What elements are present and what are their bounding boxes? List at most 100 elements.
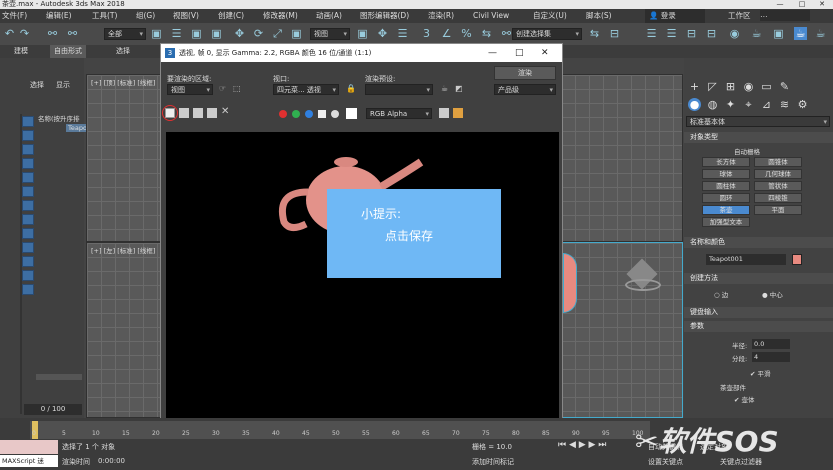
playback-controls[interactable]: ⏮ ◀ ▶ ▶ ⏭ (558, 440, 606, 450)
schematic-view-icon[interactable]: ⊟ (705, 27, 718, 40)
background-swatch[interactable] (346, 108, 357, 119)
segments-field[interactable]: 4 (752, 352, 790, 362)
ribbon-tab-modeling[interactable]: 建模 (14, 45, 28, 58)
explorer-tool-9[interactable] (22, 228, 34, 239)
object-name-field[interactable]: Teapot001 (706, 254, 786, 265)
cylinder-button[interactable]: 圆柱体 (702, 181, 750, 191)
frame-buffer-icon[interactable] (453, 108, 463, 118)
render-cloud-icon[interactable]: ☕ (814, 27, 827, 40)
explorer-tool-12[interactable] (22, 270, 34, 281)
box-button[interactable]: 长方体 (702, 157, 750, 167)
rotate-icon[interactable]: ⟳ (252, 27, 265, 40)
explorer-tool-2[interactable] (22, 130, 34, 141)
menu-customize[interactable]: 自定义(U) (533, 9, 567, 23)
explorer-tool-7[interactable] (22, 200, 34, 211)
layer-explorer-icon[interactable]: ☰ (645, 27, 658, 40)
explorer-tool-10[interactable] (22, 242, 34, 253)
keyboard-shortcut-icon[interactable]: ☰ (396, 27, 409, 40)
blue-channel-toggle[interactable] (305, 110, 313, 118)
time-slider[interactable]: 0 / 100 (24, 404, 82, 415)
lock-icon[interactable]: 🔒 (346, 84, 356, 93)
render-close-button[interactable]: ✕ (541, 44, 549, 62)
render-minimize-button[interactable]: — (488, 44, 497, 62)
menu-modifiers[interactable]: 修改器(M) (263, 9, 298, 23)
parameters-header[interactable]: 参数 (684, 321, 833, 332)
clear-icon[interactable]: ✕ (221, 106, 229, 117)
menu-scripting[interactable]: 脚本(S) (586, 9, 612, 23)
select-by-name-icon[interactable]: ☰ (170, 27, 183, 40)
snap-toggle-icon[interactable]: 3 (420, 27, 433, 40)
explorer-scrollbar[interactable] (36, 374, 82, 380)
alpha-channel-toggle[interactable] (318, 110, 326, 118)
body-checkbox[interactable]: ✔ 壶体 (734, 394, 755, 404)
explorer-tool-3[interactable] (22, 144, 34, 155)
name-color-header[interactable]: 名称和颜色 (684, 237, 833, 248)
autogrid-checkbox[interactable]: 自动栅格 (734, 146, 760, 156)
render-preset-dropdown[interactable] (365, 84, 433, 95)
reference-coord-dropdown[interactable]: 视图 (310, 28, 350, 40)
copy-image-icon[interactable] (179, 108, 189, 118)
menu-tools[interactable]: 工具(T) (92, 9, 117, 23)
explorer-tool-6[interactable] (22, 186, 34, 197)
maxscript-mini[interactable]: MAXScript 迷 (0, 455, 58, 467)
channel-dropdown[interactable]: RGB Alpha (366, 108, 432, 119)
add-time-tag[interactable]: 添加时间标记 (472, 457, 514, 467)
green-channel-toggle[interactable] (292, 110, 300, 118)
spacewarps-icon[interactable]: ≋ (778, 98, 791, 111)
geometry-icon[interactable]: ● (688, 98, 701, 111)
production-dropdown[interactable]: 产品级 (494, 84, 556, 95)
ribbon-tab-freeform[interactable]: 自由形式 (50, 45, 86, 58)
menu-view[interactable]: 视图(V) (173, 9, 199, 23)
hierarchy-tab-icon[interactable]: ⊞ (724, 80, 737, 93)
explorer-tool-4[interactable] (22, 158, 34, 169)
selection-filter-dropdown[interactable]: 全部 (104, 28, 146, 40)
systems-icon[interactable]: ⚙ (796, 98, 809, 111)
menu-rendering[interactable]: 渲染(R) (428, 9, 454, 23)
shapes-icon[interactable]: ◍ (706, 98, 719, 111)
rendered-frame-icon[interactable]: ▣ (772, 27, 785, 40)
render-button[interactable]: 渲染 (494, 66, 556, 80)
explorer-tool-13[interactable] (22, 284, 34, 295)
textplus-button[interactable]: 加强型文本 (702, 217, 750, 227)
clone-frame-icon[interactable] (193, 108, 203, 118)
viewcube-ring-icon[interactable] (625, 279, 661, 291)
viewport-left-label[interactable]: [+] [左] [标准] [线框] (91, 245, 155, 255)
sign-in[interactable]: 👤 登录 (645, 9, 705, 23)
helpers-icon[interactable]: ⊿ (760, 98, 773, 111)
pivot-icon[interactable]: ▣ (356, 27, 369, 40)
tab-display[interactable]: 显示 (56, 80, 70, 90)
select-object-icon[interactable]: ▣ (150, 27, 163, 40)
utilities-tab-icon[interactable]: ✎ (778, 80, 791, 93)
torus-button[interactable]: 圆环 (702, 193, 750, 203)
pyramid-button[interactable]: 四棱锥 (754, 193, 802, 203)
undo-icon[interactable]: ↶ (3, 27, 16, 40)
redo-icon[interactable]: ↷ (18, 27, 31, 40)
percent-snap-icon[interactable]: % (460, 27, 473, 40)
menu-graph-editors[interactable]: 图形编辑器(D) (360, 9, 409, 23)
menu-create[interactable]: 创建(C) (218, 9, 244, 23)
spinner-snap-icon[interactable]: ⇆ (480, 27, 493, 40)
close-button[interactable]: ✕ (812, 0, 832, 9)
angle-snap-icon[interactable]: ∠ (440, 27, 453, 40)
print-icon[interactable] (207, 108, 217, 118)
keyboard-entry-header[interactable]: 键盘输入 (684, 307, 833, 318)
modify-tab-icon[interactable]: ◸ (706, 80, 719, 93)
display-tab-icon[interactable]: ▭ (760, 80, 773, 93)
explorer-tool-1[interactable] (22, 116, 34, 127)
lights-icon[interactable]: ✦ (724, 98, 737, 111)
ribbon-toggle-icon[interactable]: ☰ (665, 27, 678, 40)
environment-icon[interactable]: ◩ (455, 84, 463, 93)
rect-selection-icon[interactable]: ▣ (190, 27, 203, 40)
workspace-dropdown[interactable]: ⋯ (760, 10, 810, 21)
timeline-track[interactable]: 0 5 10 15 20 25 30 35 40 45 50 55 60 65 70 75 80 85 90 95 10… (30, 421, 650, 439)
viewport-left[interactable]: [+] [左] [标准] [线框] (86, 242, 166, 418)
radio-center[interactable]: ● 中心 (762, 289, 783, 299)
move-icon[interactable]: ✥ (233, 27, 246, 40)
link-icon[interactable]: ⚯ (46, 27, 59, 40)
radius-field[interactable]: 0.0 (752, 339, 790, 349)
menu-civil-view[interactable]: Civil View (473, 9, 509, 23)
smooth-checkbox[interactable]: ✔ 平滑 (750, 368, 771, 378)
object-color-swatch[interactable] (792, 254, 802, 265)
curve-editor-icon[interactable]: ⊟ (685, 27, 698, 40)
viewport-dropdown[interactable]: 四元菜... 透视 (273, 84, 339, 95)
